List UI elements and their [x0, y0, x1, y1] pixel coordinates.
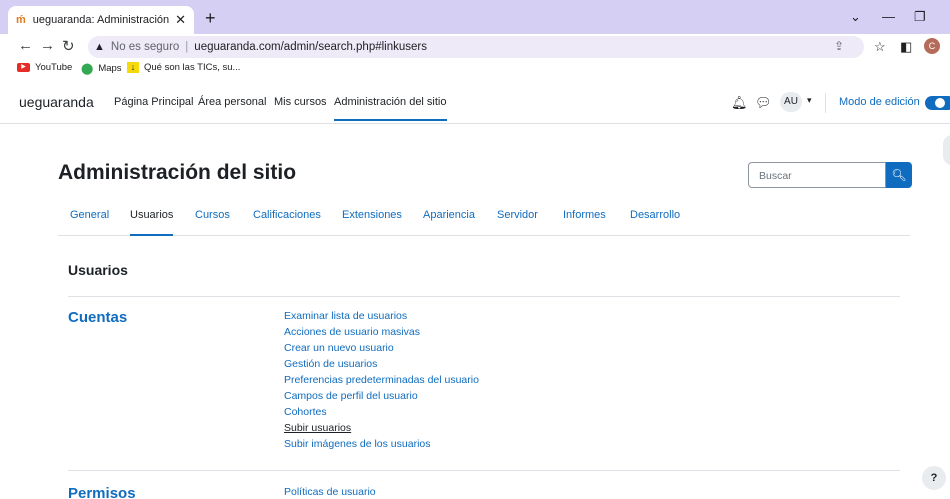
browser-tab[interactable]: ḿ ueguaranda: Administración: Bus ✕	[8, 6, 194, 34]
reload-icon[interactable]: ↻	[62, 37, 75, 55]
chevron-down-icon[interactable]: ▾	[807, 95, 812, 106]
new-tab-button[interactable]: +	[205, 8, 216, 29]
bookmark-label: Maps	[98, 63, 122, 74]
link-cohorts[interactable]: Cohortes	[284, 405, 479, 421]
navbar-divider	[825, 93, 826, 113]
edit-mode-label: Modo de edición	[839, 96, 920, 108]
category-permissions[interactable]: Permisos	[68, 485, 136, 499]
tab-server[interactable]: Servidor	[497, 209, 538, 221]
notification-bell-icon[interactable]: 🔔︎	[731, 95, 748, 111]
site-navbar: ueguaranda Página Principal Área persona…	[0, 80, 950, 124]
help-button[interactable]: ?	[922, 466, 946, 490]
restore-window-icon[interactable]: ❐	[914, 9, 926, 25]
link-default-user-preferences[interactable]: Preferencias predeterminadas del usuario	[284, 373, 479, 389]
bookmark-label: Qué son las TICs, su...	[144, 62, 241, 73]
search-icon: 🔍︎	[891, 168, 907, 182]
search-button[interactable]: 🔍︎	[886, 162, 912, 188]
category-accounts[interactable]: Cuentas	[68, 309, 127, 326]
link-add-new-user[interactable]: Crear un nuevo usuario	[284, 341, 479, 357]
tab-development[interactable]: Desarrollo	[630, 209, 680, 221]
tab-reports[interactable]: Informes	[563, 209, 606, 221]
nav-my-courses-link[interactable]: Mis cursos	[274, 96, 327, 108]
side-panel-icon[interactable]: ◧	[900, 39, 912, 55]
address-bar[interactable]: ▲ No es seguro | ueguaranda.com/admin/se…	[88, 36, 864, 58]
map-pin-icon: ⬤	[81, 63, 94, 75]
link-user-profile-fields[interactable]: Campos de perfil del usuario	[284, 389, 479, 405]
messages-icon[interactable]: 💬︎	[755, 95, 772, 111]
url-text[interactable]: ueguaranda.com/admin/search.php#linkuser…	[194, 41, 427, 53]
nav-site-admin-link[interactable]: Administración del sitio	[334, 96, 447, 121]
forward-arrow-icon[interactable]: →	[40, 37, 55, 54]
category-divider	[68, 470, 900, 471]
link-upload-users[interactable]: Subir usuarios	[284, 421, 479, 437]
edit-mode-toggle[interactable]	[925, 96, 950, 110]
browser-tab-strip: ḿ ueguaranda: Administración: Bus ✕ + ⌄ …	[0, 0, 950, 34]
warning-icon[interactable]: ▲	[94, 41, 105, 53]
youtube-icon: ▶	[17, 63, 30, 72]
bookmark-youtube[interactable]: ▶ YouTube	[17, 62, 72, 73]
tab-search-icon[interactable]: ⌄	[850, 9, 861, 25]
close-tab-icon[interactable]: ✕	[175, 12, 186, 28]
bookmark-tics[interactable]: ↓ Qué son las TICs, su...	[127, 62, 240, 73]
admin-tabs: General Usuarios Cursos Calificaciones E…	[58, 196, 910, 236]
link-upload-user-pictures[interactable]: Subir imágenes de los usuarios	[284, 437, 479, 453]
nav-home-link[interactable]: Página Principal	[114, 96, 194, 108]
admin-search-input[interactable]: Buscar	[748, 162, 886, 188]
link-user-management[interactable]: Gestión de usuarios	[284, 357, 479, 373]
link-bulk-user-actions[interactable]: Acciones de usuario masivas	[284, 325, 479, 341]
link-user-policies[interactable]: Políticas de usuario	[284, 486, 376, 498]
insecure-label: No es seguro	[110, 41, 180, 53]
tab-courses[interactable]: Cursos	[195, 209, 230, 221]
download-icon: ↓	[127, 62, 139, 73]
site-brand[interactable]: ueguaranda	[19, 94, 94, 110]
browser-toolbar: ← → ↻ ▲ No es seguro | ueguaranda.com/ad…	[0, 34, 950, 60]
share-icon[interactable]: ⇪	[834, 39, 844, 53]
section-title: Usuarios	[68, 262, 128, 278]
section-divider	[68, 296, 900, 297]
omnibox-separator: |	[185, 41, 189, 53]
back-arrow-icon[interactable]: ←	[18, 37, 33, 54]
tab-grades[interactable]: Calificaciones	[253, 209, 321, 221]
profile-avatar[interactable]: C	[924, 38, 940, 54]
user-avatar[interactable]: AU	[780, 92, 802, 112]
bookmark-maps[interactable]: ⬤ Maps	[81, 62, 122, 75]
nav-dashboard-link[interactable]: Área personal	[198, 96, 267, 108]
accounts-link-list: Examinar lista de usuarios Acciones de u…	[284, 309, 479, 453]
tab-plugins[interactable]: Extensiones	[342, 209, 402, 221]
bookmarks-bar: ▶ YouTube ⬤ Maps ↓ Qué son las TICs, su.…	[0, 60, 950, 78]
drawer-toggle-button[interactable]	[943, 135, 950, 165]
bookmark-label: YouTube	[35, 62, 73, 73]
minimize-window-icon[interactable]: —	[882, 9, 895, 24]
site-favicon-icon: ḿ	[16, 14, 26, 26]
tab-appearance[interactable]: Apariencia	[423, 209, 475, 221]
browser-tab-title: ueguaranda: Administración: Bus	[32, 14, 170, 26]
bookmark-star-icon[interactable]: ☆	[874, 39, 886, 55]
link-browse-users[interactable]: Examinar lista de usuarios	[284, 309, 479, 325]
tab-general[interactable]: General	[70, 209, 109, 221]
page-title: Administración del sitio	[58, 161, 297, 184]
tab-users[interactable]: Usuarios	[130, 209, 174, 236]
